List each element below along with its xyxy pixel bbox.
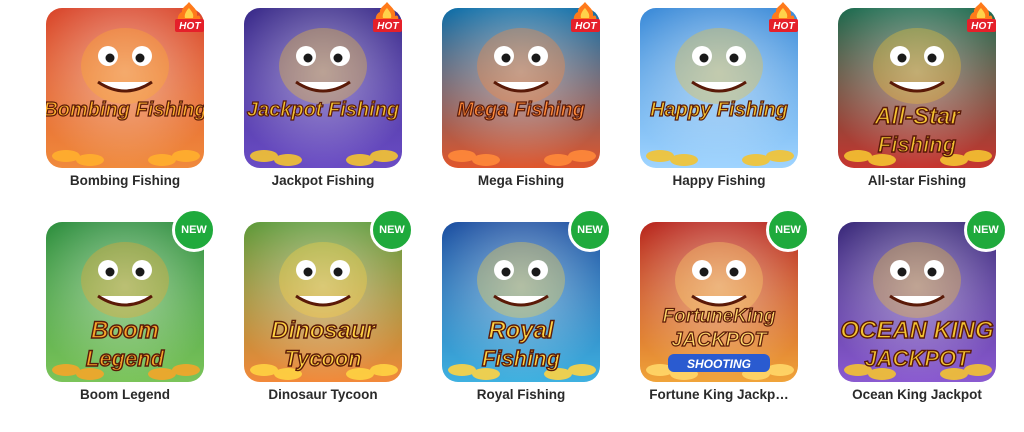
game-title[interactable]: Ocean King Jackpot — [832, 387, 1002, 402]
game-title[interactable]: Dinosaur Tycoon — [238, 387, 408, 402]
hot-badge: HOT — [964, 0, 998, 34]
game-title[interactable]: Happy Fishing — [634, 173, 804, 188]
hot-badge: HOT — [370, 0, 404, 34]
game-title[interactable]: Boom Legend — [40, 387, 210, 402]
svg-text:Boom: Boom — [91, 317, 159, 344]
game-card[interactable]: Jackpot Fishing HOT Jackpot Fishing — [238, 0, 408, 210]
new-badge: NEW — [568, 208, 612, 252]
game-title[interactable]: Jackpot Fishing — [238, 173, 408, 188]
hot-badge: HOT — [766, 0, 800, 34]
game-card[interactable]: Happy Fishing HOT Happy Fishing — [634, 0, 804, 210]
game-card[interactable]: Boom Legend NEW Boom Legend — [40, 208, 216, 424]
game-card[interactable]: Bombing Fishing HOT Bombing Fishing — [40, 0, 210, 210]
game-title[interactable]: Fortune King Jackp… — [634, 387, 804, 402]
svg-text:Dinosaur: Dinosaur — [271, 317, 377, 344]
game-card[interactable]: All-Star Fishing HOT All-star Fishing — [832, 0, 1002, 210]
game-title[interactable]: Bombing Fishing — [40, 173, 210, 188]
svg-text:JACKPOT: JACKPOT — [864, 346, 971, 371]
hot-badge-label: HOT — [575, 21, 597, 32]
game-title[interactable]: Mega Fishing — [436, 173, 606, 188]
hot-badge-label: HOT — [179, 21, 201, 32]
game-logo-text: Mega Fishing — [457, 99, 585, 121]
svg-text:SHOOTING: SHOOTING — [687, 357, 751, 371]
game-card[interactable]: Royal Fishing NEW Royal Fishing — [436, 208, 612, 424]
new-badge: NEW — [964, 208, 1008, 252]
svg-text:FortuneKing: FortuneKing — [663, 306, 776, 327]
game-logo-text: Bombing Fishing — [46, 99, 204, 121]
hot-badge-label: HOT — [971, 21, 993, 32]
svg-text:JACKPOT: JACKPOT — [671, 329, 768, 351]
hot-badge: HOT — [172, 0, 206, 34]
new-badge: NEW — [766, 208, 810, 252]
game-title[interactable]: Royal Fishing — [436, 387, 606, 402]
hot-badge: HOT — [568, 0, 602, 34]
game-logo-text: Jackpot Fishing — [247, 99, 399, 121]
new-badge: NEW — [370, 208, 414, 252]
svg-text:All-Star: All-Star — [873, 103, 961, 130]
game-logo-text: Happy Fishing — [650, 99, 788, 121]
game-title[interactable]: All-star Fishing — [832, 173, 1002, 188]
game-card[interactable]: OCEAN KING JACKPOT NEW Ocean King Jackpot — [832, 208, 1008, 424]
svg-text:OCEAN KING: OCEAN KING — [840, 317, 993, 344]
svg-text:Royal: Royal — [488, 317, 555, 344]
hot-badge-label: HOT — [773, 21, 795, 32]
game-card[interactable]: FortuneKing JACKPOT SHOOTING NEW Fortune … — [634, 208, 810, 424]
game-card[interactable]: Dinosaur Tycoon NEW Dinosaur Tycoon — [238, 208, 414, 424]
game-card[interactable]: Mega Fishing HOT Mega Fishing — [436, 0, 606, 210]
svg-text:Fishing: Fishing — [482, 346, 561, 371]
svg-text:Legend: Legend — [86, 346, 165, 371]
hot-badge-label: HOT — [377, 21, 399, 32]
new-badge: NEW — [172, 208, 216, 252]
svg-text:Tycoon: Tycoon — [284, 346, 361, 371]
game-grid: Bombing Fishing HOT Bombing Fishing Jack… — [0, 0, 1024, 432]
svg-text:Fishing: Fishing — [878, 132, 957, 157]
